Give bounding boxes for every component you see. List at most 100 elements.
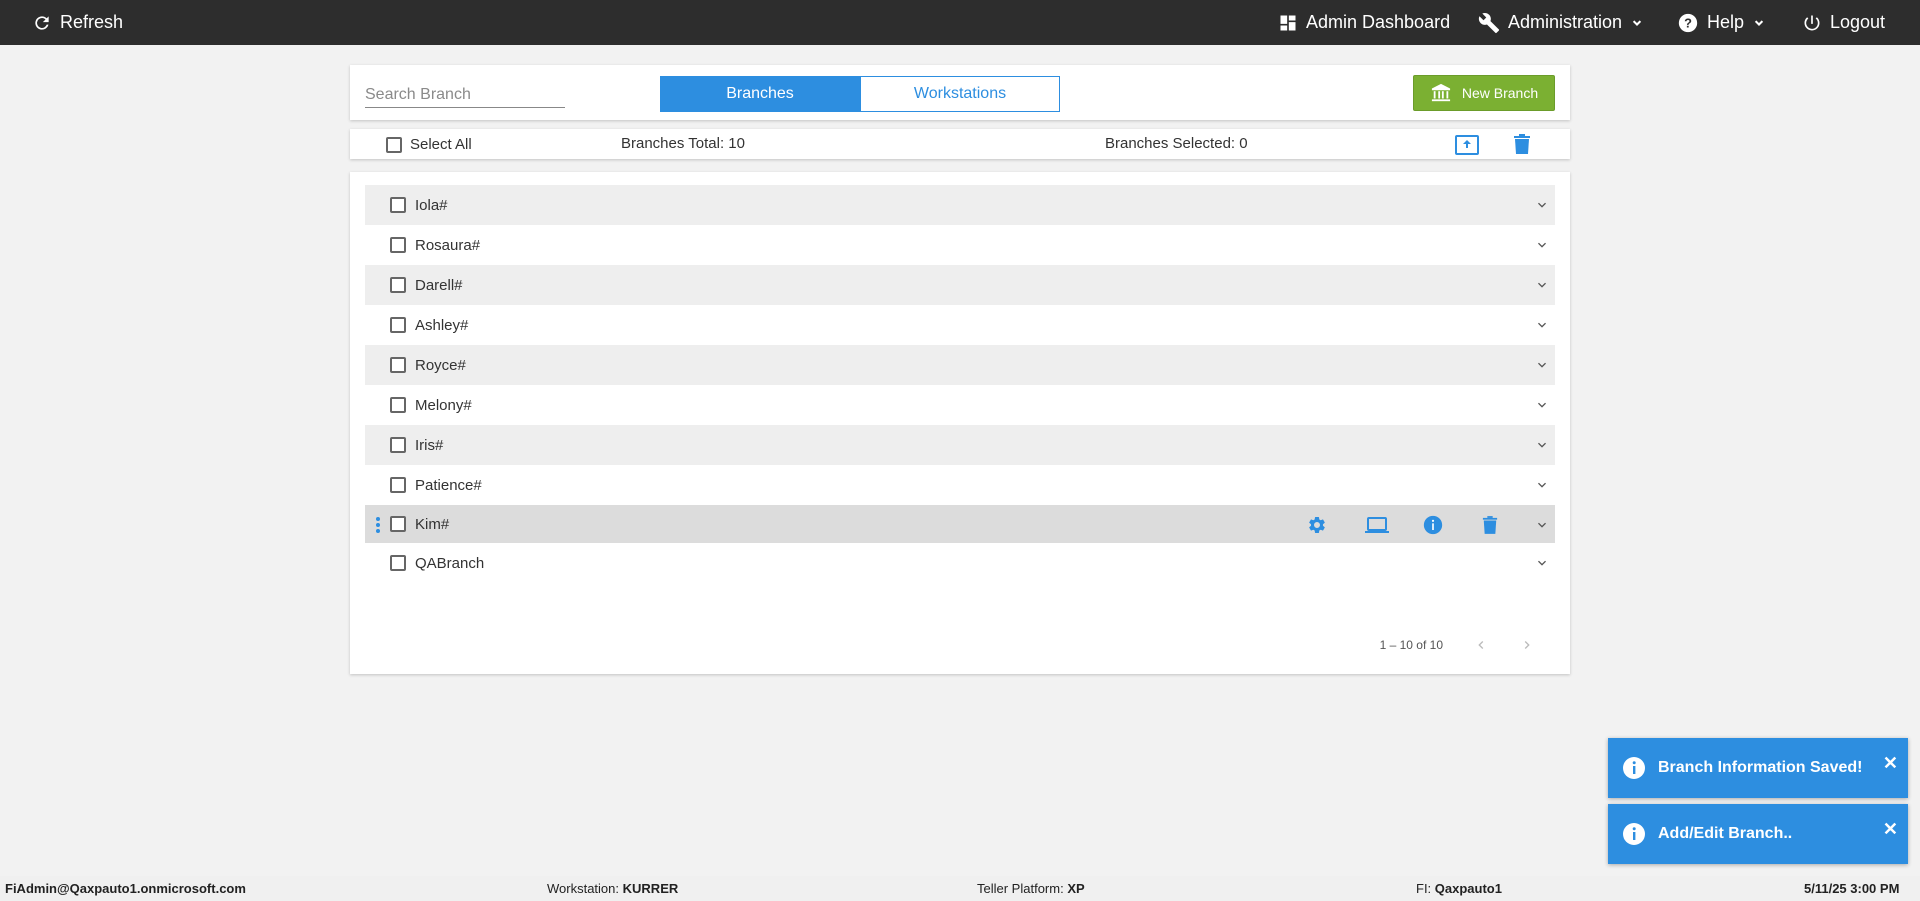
chevron-down-icon[interactable]: [1534, 477, 1550, 493]
refresh-label: Refresh: [60, 12, 124, 32]
footer-workstation-label: Workstation:: [547, 881, 620, 896]
toast-message: Add/Edit Branch..: [1658, 825, 1793, 842]
footer-fi-label: FI:: [1416, 881, 1432, 896]
branches-total: Branches Total: 10: [621, 135, 745, 152]
paginator: 1 – 10 of 10: [1380, 637, 1535, 653]
footer-fi: Qaxpauto1: [1434, 881, 1502, 896]
footer-workstation: KURRER: [622, 881, 679, 896]
footer-platform: XP: [1067, 881, 1085, 896]
branch-name: Rosaura#: [415, 236, 481, 254]
chevron-down-icon[interactable]: [1534, 317, 1550, 333]
branch-name: Melony#: [415, 396, 472, 414]
new-branch-button[interactable]: New Branch: [1413, 75, 1555, 111]
top-nav-bar: Refresh Admin Dashboard Administration ?…: [0, 0, 1920, 45]
chevron-down-icon: [1754, 19, 1764, 26]
list-item[interactable]: Rosaura#: [365, 225, 1555, 265]
chevron-down-icon[interactable]: [1534, 197, 1550, 213]
administration-menu[interactable]: Administration: [1478, 0, 1644, 45]
branch-name: QABranch: [415, 554, 485, 572]
prev-page-icon[interactable]: [1473, 637, 1489, 653]
toast-message: Branch Information Saved!: [1658, 759, 1863, 776]
new-branch-label: New Branch: [1461, 85, 1539, 101]
branch-list: Iola# Rosaura# Darell# Ashley# Royce# Me…: [350, 172, 1570, 674]
view-toggle: Branches Workstations: [660, 76, 1060, 112]
footer-platform-label: Teller Platform:: [977, 881, 1064, 896]
info-icon[interactable]: [1423, 515, 1443, 535]
status-footer: FiAdmin@Qaxpauto1.onmicrosoft.com Workst…: [0, 876, 1920, 901]
select-all-label: Select All: [410, 136, 472, 153]
row-checkbox[interactable]: [390, 437, 406, 453]
selection-bar: Select All Branches Total: 10 Branches S…: [350, 129, 1570, 159]
row-checkbox[interactable]: [390, 555, 406, 571]
list-item[interactable]: Kim#: [365, 505, 1555, 543]
chevron-down-icon[interactable]: [1534, 277, 1550, 293]
list-item[interactable]: QABranch: [365, 543, 1555, 583]
row-checkbox[interactable]: [390, 317, 406, 333]
chevron-down-icon[interactable]: [1534, 437, 1550, 453]
select-all-checkbox[interactable]: [386, 136, 402, 153]
list-item[interactable]: Ashley#: [365, 305, 1555, 345]
chevron-down-icon[interactable]: [1534, 555, 1550, 571]
bank-icon: [1431, 83, 1450, 102]
chevron-down-icon[interactable]: [1534, 237, 1550, 253]
tab-workstations[interactable]: Workstations: [860, 76, 1060, 112]
list-item[interactable]: Patience#: [365, 465, 1555, 505]
help-circle-icon: ?: [1678, 13, 1698, 32]
branch-name: Patience#: [415, 476, 482, 494]
branch-toolbar: Branches Workstations New Branch: [350, 65, 1570, 120]
next-page-icon[interactable]: [1519, 637, 1535, 653]
branch-name: Iris#: [415, 436, 444, 454]
logout-button[interactable]: Logout: [1802, 0, 1885, 45]
footer-user: FiAdmin@Qaxpauto1.onmicrosoft.com: [5, 881, 246, 896]
row-checkbox[interactable]: [390, 237, 406, 253]
chevron-down-icon[interactable]: [1534, 517, 1550, 533]
list-item[interactable]: Iris#: [365, 425, 1555, 465]
info-icon: [1623, 757, 1645, 779]
branch-name: Royce#: [415, 356, 466, 374]
branch-name: Kim#: [415, 515, 450, 533]
row-checkbox[interactable]: [390, 197, 406, 213]
tab-branches[interactable]: Branches: [660, 76, 860, 112]
laptop-icon[interactable]: [1365, 515, 1389, 535]
chevron-down-icon: [1632, 19, 1642, 26]
help-menu[interactable]: ? Help: [1677, 0, 1766, 45]
row-checkbox[interactable]: [390, 277, 406, 293]
admin-dashboard-label: Admin Dashboard: [1306, 12, 1451, 32]
refresh-button[interactable]: Refresh: [32, 0, 123, 45]
row-checkbox[interactable]: [390, 397, 406, 413]
logout-label: Logout: [1830, 12, 1886, 32]
chevron-down-icon[interactable]: [1534, 397, 1550, 413]
delete-icon[interactable]: [1513, 134, 1531, 154]
list-item[interactable]: Melony#: [365, 385, 1555, 425]
row-checkbox[interactable]: [390, 516, 406, 532]
footer-datetime: 5/11/25 3:00 PM: [1804, 881, 1900, 896]
refresh-icon: [35, 15, 49, 30]
branch-name: Ashley#: [415, 316, 469, 334]
drag-handle-icon[interactable]: [375, 517, 381, 533]
select-all[interactable]: Select All: [386, 136, 472, 153]
close-icon[interactable]: ✕: [1883, 819, 1898, 840]
delete-icon[interactable]: [1482, 515, 1498, 535]
search-input[interactable]: [365, 82, 565, 108]
pagination-range: 1 – 10 of 10: [1379, 638, 1443, 652]
list-item[interactable]: Iola#: [365, 185, 1555, 225]
list-item[interactable]: Royce#: [365, 345, 1555, 385]
row-checkbox[interactable]: [390, 477, 406, 493]
close-icon[interactable]: ✕: [1883, 753, 1898, 774]
toast-notification: Branch Information Saved! ✕: [1608, 738, 1908, 798]
list-item[interactable]: Darell#: [365, 265, 1555, 305]
dashboard-icon: [1280, 15, 1296, 30]
branch-name: Iola#: [415, 196, 448, 214]
row-checkbox[interactable]: [390, 357, 406, 373]
chevron-down-icon[interactable]: [1534, 357, 1550, 373]
wrench-icon: [1478, 12, 1500, 33]
toast-notification: Add/Edit Branch.. ✕: [1608, 804, 1908, 864]
info-icon: [1623, 823, 1645, 845]
gear-icon[interactable]: [1307, 515, 1327, 535]
admin-dashboard-link[interactable]: Admin Dashboard: [1278, 0, 1450, 45]
upload-icon[interactable]: [1455, 135, 1479, 155]
help-label: Help: [1707, 12, 1745, 32]
branch-name: Darell#: [415, 276, 463, 294]
svg-text:?: ?: [1684, 15, 1692, 30]
administration-label: Administration: [1508, 12, 1623, 32]
